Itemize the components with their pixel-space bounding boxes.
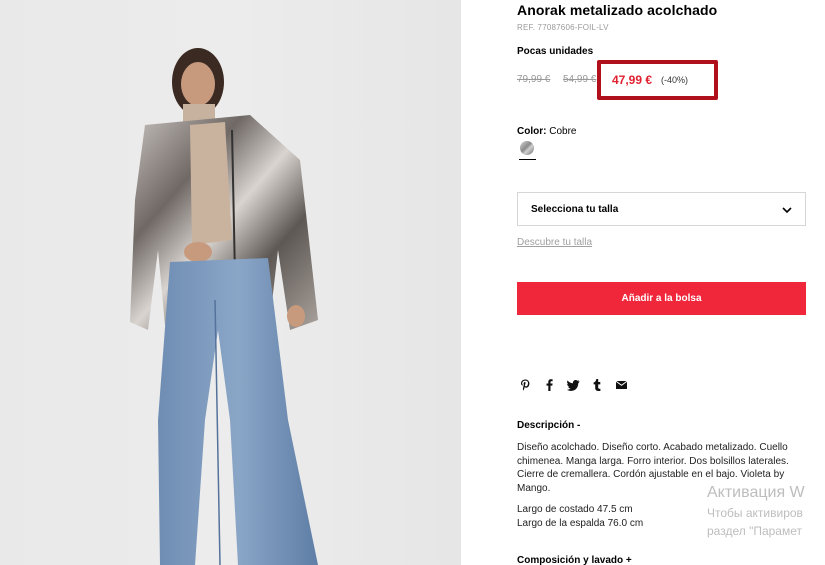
product-info-panel: Anorak metalizado acolchado REF. 7708760… (517, 0, 825, 565)
original-price: 79,99 € (517, 74, 551, 85)
color-value: Cobre (549, 126, 577, 137)
size-select-label: Selecciona tu talla (531, 203, 619, 215)
swatch-selected-indicator (519, 159, 536, 160)
product-photo[interactable] (0, 0, 461, 565)
discount-badge: (-40%) (661, 75, 689, 85)
price-highlight-box: 47,99 € (-40%) (597, 60, 718, 100)
add-to-bag-button[interactable]: Añadir a la bolsa (517, 282, 806, 315)
color-swatch-cobre[interactable] (520, 141, 534, 155)
watermark-line-1: Активация W (707, 484, 805, 501)
tumblr-icon[interactable] (589, 377, 605, 393)
current-price: 47,99 € (612, 73, 653, 87)
measure-side-length: Largo de costado 47.5 cm (517, 504, 633, 515)
size-guide-link[interactable]: Descubre tu talla (517, 237, 592, 248)
product-ref: REF. 77087606-FOIL-LV (517, 23, 609, 32)
size-select[interactable]: Selecciona tu talla (517, 192, 806, 226)
previous-price: 54,99 € (563, 74, 597, 85)
pinterest-icon[interactable] (517, 377, 533, 393)
facebook-icon[interactable] (541, 377, 557, 393)
os-activation-watermark: Активация W Чтобы активиров раздел "Пара… (707, 484, 805, 538)
composition-heading[interactable]: Composición y lavado + (517, 555, 632, 565)
chevron-down-icon (782, 207, 792, 214)
product-title: Anorak metalizado acolchado (517, 2, 718, 18)
measure-back-length: Largo de la espalda 76.0 cm (517, 518, 644, 529)
color-label: Color: Cobre (517, 126, 576, 137)
stock-status: Pocas unidades (517, 46, 594, 57)
watermark-line-3: раздел "Парамет (707, 524, 802, 538)
model-illustration (130, 48, 318, 565)
share-icons (517, 377, 637, 393)
email-icon[interactable] (613, 377, 629, 393)
twitter-icon[interactable] (565, 377, 581, 393)
color-label-key: Color: (517, 126, 547, 137)
description-heading[interactable]: Descripción - (517, 420, 580, 431)
watermark-line-2: Чтобы активиров (707, 506, 803, 520)
